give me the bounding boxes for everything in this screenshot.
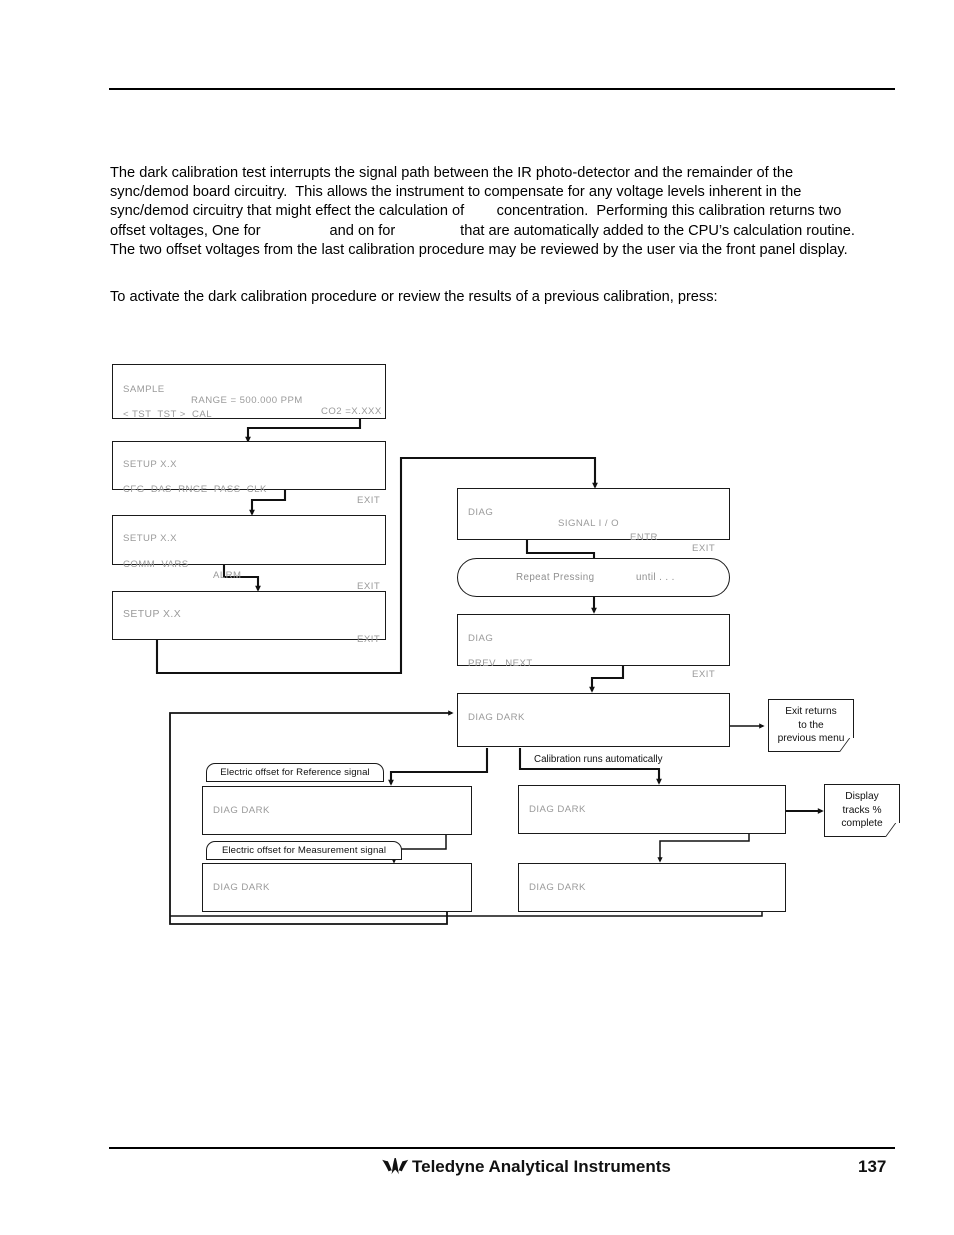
intro-paragraph: The dark calibration test interrupts the… <box>110 165 863 258</box>
diag-prev-next-line2: PREV NEXT EXIT <box>468 658 716 680</box>
setup-cfg-display[interactable]: SETUP X.X CFG DAS RNGE PASS CLK EXIT <box>112 441 386 506</box>
setup-diag-line2: EXIT <box>357 634 381 645</box>
calibration-auto-caption: Calibration runs automatically <box>534 754 663 765</box>
measurement-offset-tab-label: Electric offset for Measurement signal <box>221 845 387 856</box>
setup-diag-display[interactable]: SETUP X.X EXIT <box>112 591 386 645</box>
diag-dark-start-line1: DIAG DARK <box>468 712 525 723</box>
instruction-paragraph: To activate the dark calibration procedu… <box>110 289 718 305</box>
display-tracks-note-label: Display tracks % complete <box>841 791 883 830</box>
measurement-offset-tab: Electric offset for Measurement signal <box>206 841 402 860</box>
diag-dark-measurement-line1: DIAG DARK <box>213 882 270 893</box>
display-tracks-note: Display tracks % complete <box>824 784 911 837</box>
footer-company-name: Teledyne Analytical Instruments <box>412 1157 671 1176</box>
diag-dark-reference-display[interactable]: DIAG DARK <box>202 786 472 835</box>
page-number: 137 <box>858 1157 887 1176</box>
repeat-pill-right: until . . . <box>636 572 675 583</box>
sample-display[interactable]: SAMPLE RANGE = 500.000 PPM CO2 =X.XXX < … <box>112 364 386 420</box>
header-divider <box>109 88 895 90</box>
footer-divider <box>109 1147 895 1149</box>
repeat-pressing-pill: Repeat Pressing until . . . <box>457 558 730 597</box>
diag-signal-io-display[interactable]: DIAG SIGNAL I / O ENTR EXIT <box>457 488 730 554</box>
diag-prev-next-display[interactable]: DIAG PREV NEXT EXIT <box>457 614 730 680</box>
note-fold-corner-icon <box>885 823 911 837</box>
reference-offset-tab-label: Electric offset for Reference signal <box>220 767 370 778</box>
diag-dark-running-2-display[interactable]: DIAG DARK <box>518 863 786 912</box>
repeat-pill-left: Repeat Pressing <box>516 572 595 583</box>
teledyne-bird-logo-icon <box>382 1158 409 1175</box>
setup-cfg-line2: CFG DAS RNGE PASS CLK EXIT <box>123 484 381 506</box>
diag-dark-start-display[interactable]: DIAG DARK <box>457 693 730 747</box>
setup-comm-display[interactable]: SETUP X.X COMM VARS ALRM EXIT <box>112 515 386 592</box>
diag-dark-measurement-display[interactable]: DIAG DARK <box>202 863 472 912</box>
diag-dark-running-1-line1: DIAG DARK <box>529 804 586 815</box>
diag-dark-running-2-line1: DIAG DARK <box>529 882 586 893</box>
reference-offset-tab: Electric offset for Reference signal <box>206 763 384 782</box>
diag-dark-reference-line1: DIAG DARK <box>213 805 270 816</box>
exit-returns-note: Exit returns to the previous menu <box>768 699 865 752</box>
sample-display-line2: < TST TST > CAL <box>123 409 213 420</box>
diag-dark-running-1-display[interactable]: DIAG DARK <box>518 785 786 834</box>
exit-returns-note-label: Exit returns to the previous menu <box>777 706 845 745</box>
